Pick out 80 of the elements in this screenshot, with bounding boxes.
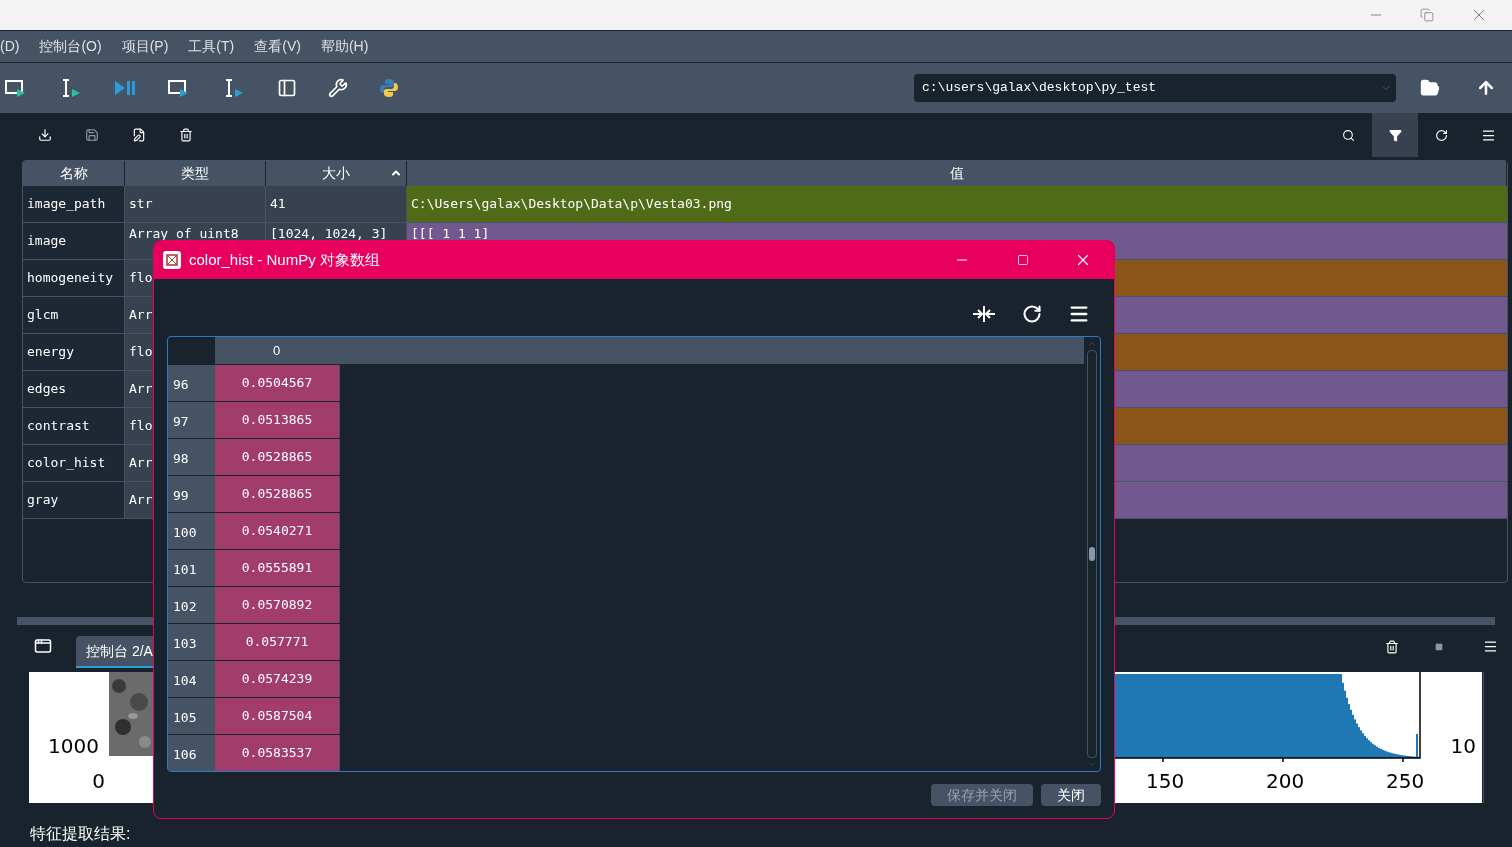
dialog-button[interactable]: 关闭 — [1041, 784, 1101, 806]
menu-item[interactable]: 查看(V) — [254, 36, 301, 57]
table-cell: glcm — [23, 297, 125, 333]
menu-item[interactable]: 控制台(O) — [39, 36, 102, 57]
table-cell[interactable]: 0.0528865 — [215, 439, 340, 475]
filter-icon — [1388, 128, 1402, 142]
row-index: 101 — [168, 550, 215, 586]
row-index: 103 — [168, 624, 215, 660]
table-cell[interactable]: 0.0513865 — [215, 402, 340, 438]
row-index: 97 — [168, 402, 215, 438]
menu-item[interactable]: (D) — [0, 36, 20, 57]
table-cell[interactable]: 0.0555891 — [215, 550, 340, 586]
table-cell: edges — [23, 371, 125, 407]
row-index: 96 — [168, 365, 215, 401]
axis-tick-label: 200 — [1266, 768, 1305, 795]
maximize-icon[interactable] — [1017, 254, 1029, 266]
refresh-icon[interactable] — [1435, 128, 1448, 142]
play-pause-icon[interactable] — [114, 80, 136, 96]
menu-icon[interactable] — [1481, 127, 1496, 143]
column-header[interactable]: 大小 — [266, 161, 407, 186]
axis-tick-label: 10 — [1450, 733, 1476, 760]
window-icon[interactable] — [34, 637, 52, 655]
table-cell[interactable]: 0.0540271 — [215, 513, 340, 549]
row-index: 102 — [168, 587, 215, 623]
axis-tick-label: 250 — [1386, 768, 1425, 795]
row-index: 104 — [168, 661, 215, 697]
table-cell[interactable]: 0.0570892 — [215, 587, 340, 623]
table-cell[interactable]: 0.0504567 — [215, 365, 340, 401]
row-index: 99 — [168, 476, 215, 512]
refresh-icon[interactable] — [1022, 304, 1042, 324]
column-header[interactable]: 值 — [407, 161, 1507, 186]
download-icon[interactable] — [38, 128, 52, 142]
menu-item[interactable]: 项目(P) — [121, 36, 169, 57]
search-icon[interactable] — [1342, 128, 1355, 142]
row-index: 105 — [168, 698, 215, 734]
table-cell[interactable]: 0.0587504 — [215, 698, 340, 734]
two-tone-logo-icon[interactable] — [379, 78, 399, 98]
row-index: 106 — [168, 735, 215, 771]
up-arrow-icon[interactable] — [1476, 78, 1496, 98]
scrollbar-thumb[interactable] — [1089, 547, 1095, 561]
table-cell: image_path — [23, 186, 125, 222]
table-cell: 41 — [266, 186, 407, 222]
table-cell: str — [125, 186, 266, 222]
table-cell: homogeneity — [23, 260, 125, 296]
menu-item[interactable]: 工具(T) — [188, 36, 235, 57]
table-cell: image — [23, 223, 125, 259]
save-icon[interactable] — [85, 128, 99, 142]
menu-icon[interactable] — [1483, 639, 1498, 654]
table-cell: color_hist — [23, 445, 125, 481]
folder-icon[interactable] — [1420, 78, 1440, 98]
menu-icon[interactable] — [1068, 303, 1090, 325]
axis-tick-label: 0 — [92, 768, 105, 795]
table-cell: gray — [23, 482, 125, 518]
path-combo[interactable]: c:\users\galax\desktop\py_test — [914, 74, 1396, 102]
console-output: 特征提取结果: — [30, 824, 132, 844]
table-cell[interactable]: 0.057771 — [215, 624, 340, 660]
axis-tick-label: 150 — [1146, 768, 1185, 795]
save-as-icon[interactable] — [132, 128, 146, 142]
app-icon — [163, 251, 181, 269]
scrollbar[interactable] — [1087, 350, 1097, 758]
table-cell: C:\Users\galax\Desktop\Data\p\Vesta03.png — [407, 186, 1507, 222]
resize-columns-icon[interactable] — [972, 305, 996, 323]
stop-icon[interactable] — [1435, 643, 1443, 651]
axis-tick-label: 1000 — [48, 733, 99, 760]
table-cell[interactable]: 0.0528865 — [215, 476, 340, 512]
column-header[interactable]: 名称 — [23, 161, 125, 186]
table-cell[interactable]: 0.0583537 — [215, 735, 340, 771]
menu-item[interactable]: 帮助(H) — [320, 36, 369, 57]
row-index: 100 — [168, 513, 215, 549]
table-cell: contrast — [23, 408, 125, 444]
table-cell[interactable]: 0.0574239 — [215, 661, 340, 697]
column-header[interactable]: 0 — [215, 337, 1084, 364]
filter-button[interactable] — [1372, 113, 1418, 157]
delete-icon[interactable] — [179, 128, 193, 142]
row-index: 98 — [168, 439, 215, 475]
panel-icon[interactable] — [277, 78, 297, 98]
clear-icon[interactable] — [1385, 640, 1399, 654]
table-cell: energy — [23, 334, 125, 370]
column-header[interactable]: 类型 — [125, 161, 266, 186]
settings-icon[interactable] — [328, 78, 348, 98]
